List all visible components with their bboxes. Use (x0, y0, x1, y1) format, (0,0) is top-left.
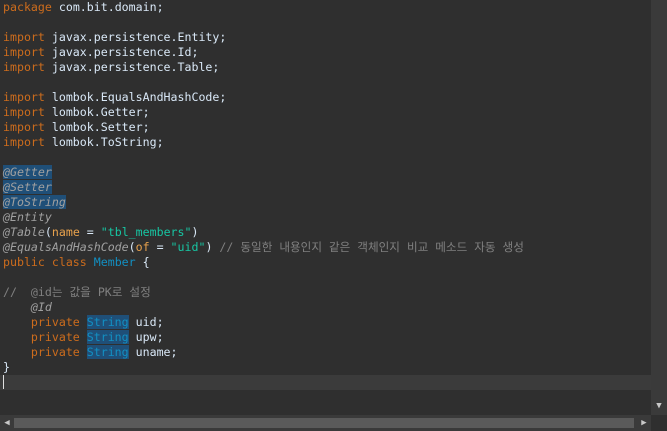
package-name: com.bit.domain; (51, 0, 164, 14)
field-name: uid; (128, 315, 164, 329)
import-path: lombok.Setter; (44, 120, 150, 134)
import-path: javax.persistence.Entity; (44, 30, 227, 44)
annotation-attr: name (51, 225, 80, 239)
annotation-getter: @Getter (3, 165, 52, 179)
code-line-14: @ToString (3, 195, 66, 210)
brace: } (3, 360, 10, 374)
code-line-9: import lombok.Setter; (3, 120, 150, 135)
code-line-13: @Setter (3, 180, 52, 195)
import-path: lombok.Getter; (44, 105, 150, 119)
type-name: String (86, 345, 129, 359)
code-line-3: import javax.persistence.Entity; (3, 30, 226, 45)
horizontal-scroll-thumb[interactable] (14, 418, 634, 428)
import-path: javax.persistence.Table; (44, 60, 220, 74)
annotation-id: @Id (3, 300, 52, 314)
class-name: Member (86, 255, 136, 269)
scrollbar-corner (651, 415, 667, 431)
import-path: javax.persistence.Id; (44, 45, 199, 59)
field-name: upw; (128, 330, 164, 344)
code-line-22: private String uid; (3, 315, 164, 330)
code-line-20: // @id는 값을 PK로 설정 (3, 285, 151, 300)
code-line-18: public class Member { (3, 255, 150, 270)
keyword: import (3, 45, 45, 59)
code-line-12: @Getter (3, 165, 52, 180)
code-line-16: @Table(name = "tbl_members") (3, 225, 198, 240)
annotation-equals-hashcode: @EqualsAndHashCode (3, 240, 129, 254)
code-line-21: @Id (3, 300, 52, 315)
keyword: import (3, 120, 45, 134)
code-line-23: private String upw; (3, 330, 164, 345)
keyword: public (3, 255, 45, 269)
annotation-entity: @Entity (3, 210, 52, 224)
import-path: lombok.ToString; (44, 135, 164, 149)
code-comment: // @id는 값을 PK로 설정 (3, 285, 151, 299)
keyword: private (3, 330, 80, 344)
code-line-24: private String uname; (3, 345, 178, 360)
scroll-down-arrow-icon[interactable]: ▼ (651, 399, 667, 413)
string-literal: "uid" (170, 240, 206, 254)
type-name: String (86, 315, 129, 329)
code-editor[interactable]: package com.bit.domain; import javax.per… (0, 0, 651, 415)
code-comment: // 동일한 내용인지 같은 객체인지 비교 메소드 자동 생성 (212, 240, 524, 254)
annotation-tostring: @ToString (3, 195, 66, 209)
scroll-left-arrow-icon[interactable]: ◀ (0, 415, 14, 431)
code-line-5: import javax.persistence.Table; (3, 60, 219, 75)
vertical-scrollbar[interactable]: ▼ (651, 0, 667, 415)
import-path: lombok.EqualsAndHashCode; (44, 90, 227, 104)
code-line-7: import lombok.EqualsAndHashCode; (3, 90, 226, 105)
scroll-right-arrow-icon[interactable]: ▶ (637, 415, 651, 431)
string-literal: "tbl_members" (100, 225, 192, 239)
code-line-4: import javax.persistence.Id; (3, 45, 198, 60)
keyword: import (3, 105, 45, 119)
annotation-setter: @Setter (3, 180, 52, 194)
code-line-1: package com.bit.domain; (3, 0, 164, 15)
field-name: uname; (128, 345, 178, 359)
code-line-17: @EqualsAndHashCode(of = "uid") // 동일한 내용… (3, 240, 524, 255)
keyword: import (3, 90, 45, 104)
operator: = (149, 240, 171, 254)
keyword: package (3, 0, 52, 14)
keyword: private (3, 345, 80, 359)
keyword: import (3, 30, 45, 44)
code-line-15: @Entity (3, 210, 52, 225)
annotation-table: @Table (3, 225, 45, 239)
keyword: class (44, 255, 87, 269)
keyword: import (3, 60, 45, 74)
keyword: import (3, 135, 45, 149)
type-name: String (86, 330, 129, 344)
horizontal-scrollbar[interactable]: ◀ ▶ (0, 415, 651, 431)
code-line-25: } (3, 360, 10, 375)
operator: = (79, 225, 101, 239)
brace: { (135, 255, 150, 269)
code-line-10: import lombok.ToString; (3, 135, 164, 150)
text-caret (3, 375, 4, 389)
code-line-8: import lombok.Getter; (3, 105, 150, 120)
keyword: private (3, 315, 80, 329)
paren: ( (44, 225, 52, 239)
paren: ) (191, 225, 199, 239)
current-line-highlight (0, 375, 651, 390)
paren: ( (128, 240, 136, 254)
annotation-attr: of (135, 240, 150, 254)
